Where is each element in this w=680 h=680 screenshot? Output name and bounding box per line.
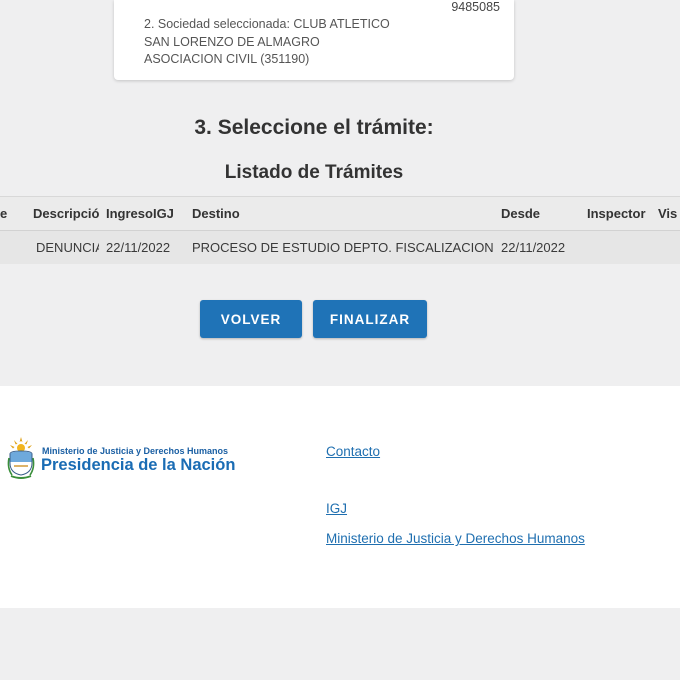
column-header[interactable]: e <box>0 197 13 231</box>
column-header-visto[interactable]: Vis <box>651 197 680 231</box>
footer: Ministerio de Justicia y Derechos Humano… <box>0 386 680 608</box>
table-header-row: e Descripción IngresoIGJ Destino Desde I… <box>0 196 680 231</box>
presidencia-logo[interactable]: Ministerio de Justicia y Derechos Humano… <box>6 436 246 480</box>
table-cell-desde: 22/11/2022 <box>501 239 566 255</box>
step-title: 3. Seleccione el trámite: <box>194 116 434 139</box>
tramites-table: e Descripción IngresoIGJ Destino Desde I… <box>0 196 680 264</box>
table-cell-visto <box>651 231 680 264</box>
column-header-inspector[interactable]: Inspector <box>580 197 651 231</box>
table-row[interactable]: DENUNCIA 22/11/2022 PROCESO DE ESTUDIO D… <box>0 230 680 264</box>
logo-presidencia-text: Presidencia de la Nación <box>41 456 236 474</box>
ministerio-link[interactable]: Ministerio de Justicia y Derechos Humano… <box>326 531 585 546</box>
volver-button[interactable]: VOLVER <box>200 300 302 338</box>
column-header-descripcion[interactable]: Descripción <box>13 197 99 231</box>
table-cell-ingresoigj: 22/11/2022 <box>106 239 171 255</box>
table-cell <box>0 231 13 264</box>
selection-summary-card: 9485085 2. Sociedad seleccionada: CLUB A… <box>114 0 514 80</box>
column-header-ingresoigj[interactable]: IngresoIGJ <box>99 197 185 231</box>
finalizar-button[interactable]: FINALIZAR <box>313 300 427 338</box>
column-header-destino[interactable]: Destino <box>185 197 494 231</box>
table-cell-destino: PROCESO DE ESTUDIO DEPTO. FISCALIZACION-… <box>192 239 494 255</box>
table-cell-inspector <box>580 231 651 264</box>
table-cell-descripcion: DENUNCIA <box>36 239 99 255</box>
card-number: 9485085 <box>451 0 500 14</box>
column-header-desde[interactable]: Desde <box>494 197 580 231</box>
logo-ministry-text: Ministerio de Justicia y Derechos Humano… <box>42 446 229 456</box>
list-title: Listado de Trámites <box>224 162 404 183</box>
argentina-coat-of-arms-icon <box>7 437 35 479</box>
selected-society: 2. Sociedad seleccionada: CLUB ATLETICO … <box>144 17 390 66</box>
igj-link[interactable]: IGJ <box>326 501 347 516</box>
contacto-link[interactable]: Contacto <box>326 444 380 459</box>
